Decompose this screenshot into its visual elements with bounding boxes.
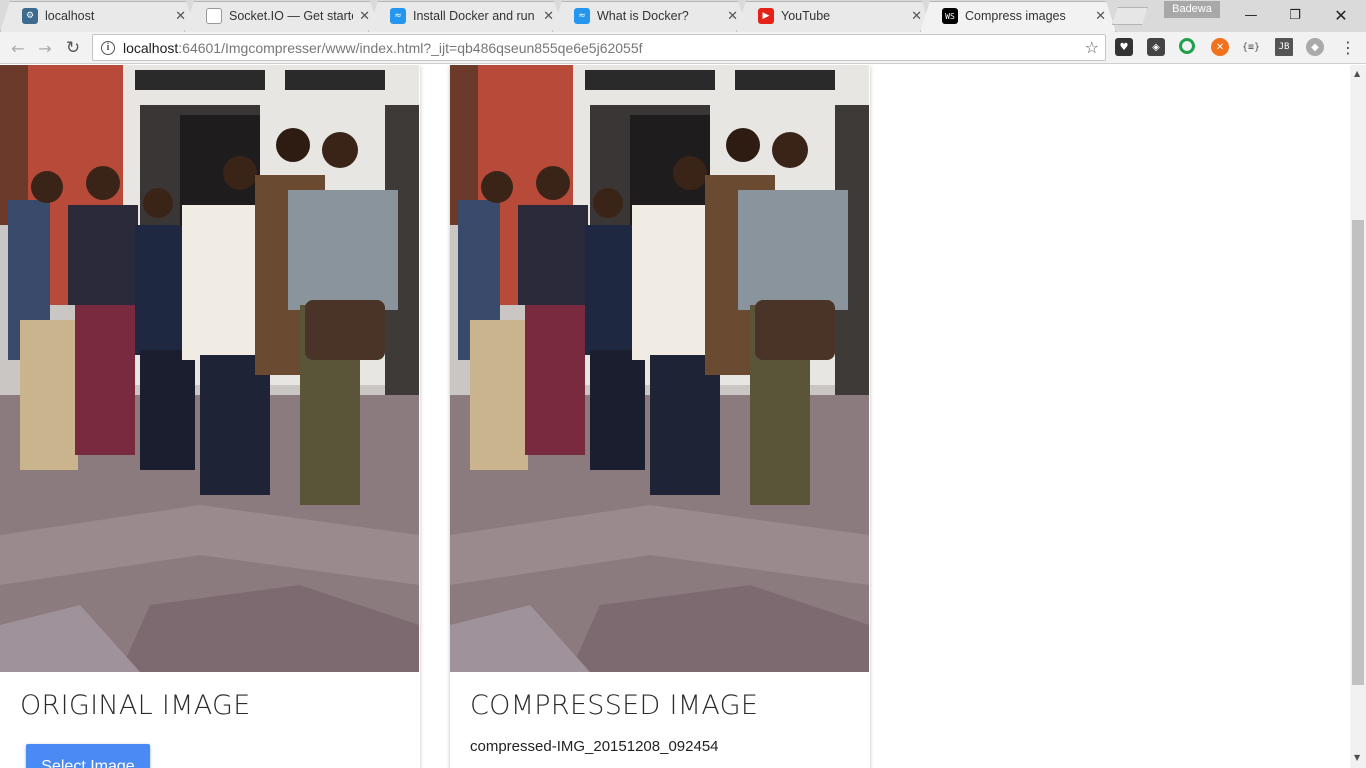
page-scrollbar[interactable]: ▲ ▼ bbox=[1350, 65, 1366, 768]
menu-dots-icon[interactable]: ⋮ bbox=[1339, 38, 1357, 57]
document-icon bbox=[206, 8, 222, 24]
compressed-image-card: COMPRESSED IMAGE compressed-IMG_20151208… bbox=[450, 65, 870, 768]
minimize-icon[interactable]: — bbox=[1228, 0, 1274, 30]
bookmark-star-icon[interactable]: ☆ bbox=[1085, 38, 1099, 57]
select-image-button[interactable]: Select Image bbox=[26, 744, 150, 768]
cog-icon: ⚙ bbox=[22, 8, 38, 24]
original-image-heading: ORIGINAL IMAGE bbox=[20, 690, 251, 721]
tab-what-is-docker[interactable]: ≈ What is Docker? ✕ bbox=[552, 0, 748, 32]
restore-icon[interactable]: ❐ bbox=[1272, 0, 1318, 30]
tab-title: What is Docker? bbox=[597, 9, 689, 23]
pocket-icon[interactable]: ♥ bbox=[1115, 38, 1133, 56]
tab-youtube[interactable]: ▶ YouTube ✕ bbox=[736, 0, 932, 32]
url-path: :64601/Imgcompresser/www/index.html?_ijt… bbox=[178, 39, 643, 56]
page-content: ORIGINAL IMAGE Select Image COMPRESSED I… bbox=[0, 65, 1350, 768]
docker-icon: ≈ bbox=[574, 8, 590, 24]
tab-localhost[interactable]: ⚙ localhost ✕ bbox=[0, 0, 196, 32]
tab-title: Install Docker and run bbox=[413, 9, 535, 23]
original-image bbox=[0, 65, 419, 672]
compressed-image-heading: COMPRESSED IMAGE bbox=[470, 690, 759, 721]
docker-icon: ≈ bbox=[390, 8, 406, 24]
tab-compress-images[interactable]: WS Compress images ✕ bbox=[920, 0, 1116, 32]
webstorm-icon: WS bbox=[942, 8, 958, 24]
tab-close-icon[interactable]: ✕ bbox=[1095, 9, 1106, 24]
tab-socketio[interactable]: Socket.IO — Get started ✕ bbox=[184, 0, 380, 32]
scroll-down-arrow-icon[interactable]: ▼ bbox=[1354, 753, 1360, 762]
compressed-filename: compressed-IMG_20151208_092454 bbox=[470, 738, 719, 755]
tab-strip: ⚙ localhost ✕ Socket.IO — Get started ✕ … bbox=[0, 0, 1366, 32]
tab-title: Compress images bbox=[965, 9, 1066, 23]
address-bar[interactable]: i localhost:64601/Imgcompresser/www/inde… bbox=[92, 34, 1106, 61]
profile-badge[interactable]: Badewa bbox=[1164, 1, 1220, 18]
close-window-icon[interactable]: ✕ bbox=[1318, 0, 1364, 30]
back-icon[interactable]: ← bbox=[6, 37, 30, 59]
green-circle-icon[interactable] bbox=[1179, 38, 1195, 54]
tab-install-docker[interactable]: ≈ Install Docker and run ✕ bbox=[368, 0, 564, 32]
scrollbar-thumb[interactable] bbox=[1352, 220, 1364, 685]
jetbrains-icon[interactable]: JB bbox=[1275, 38, 1293, 56]
lightbulb-icon[interactable]: ◈ bbox=[1147, 38, 1165, 56]
cube-icon[interactable]: ◆ bbox=[1306, 38, 1324, 56]
compressed-image bbox=[450, 65, 869, 672]
orange-extension-icon[interactable]: ✕ bbox=[1211, 38, 1229, 56]
original-image-card: ORIGINAL IMAGE Select Image bbox=[0, 65, 420, 768]
tab-title: Socket.IO — Get started bbox=[229, 9, 354, 23]
youtube-icon: ▶ bbox=[758, 8, 774, 24]
reload-icon[interactable]: ↻ bbox=[61, 37, 85, 59]
json-viewer-icon[interactable]: {≡} bbox=[1242, 38, 1260, 56]
tab-title: YouTube bbox=[781, 9, 831, 23]
url-host: localhost bbox=[123, 39, 179, 56]
url-text: localhost:64601/Imgcompresser/www/index.… bbox=[123, 40, 643, 56]
forward-icon[interactable]: → bbox=[33, 37, 57, 59]
scroll-up-arrow-icon[interactable]: ▲ bbox=[1354, 69, 1360, 78]
new-tab-button[interactable] bbox=[1112, 7, 1148, 25]
tab-title: localhost bbox=[45, 9, 95, 23]
info-icon[interactable]: i bbox=[101, 40, 115, 55]
